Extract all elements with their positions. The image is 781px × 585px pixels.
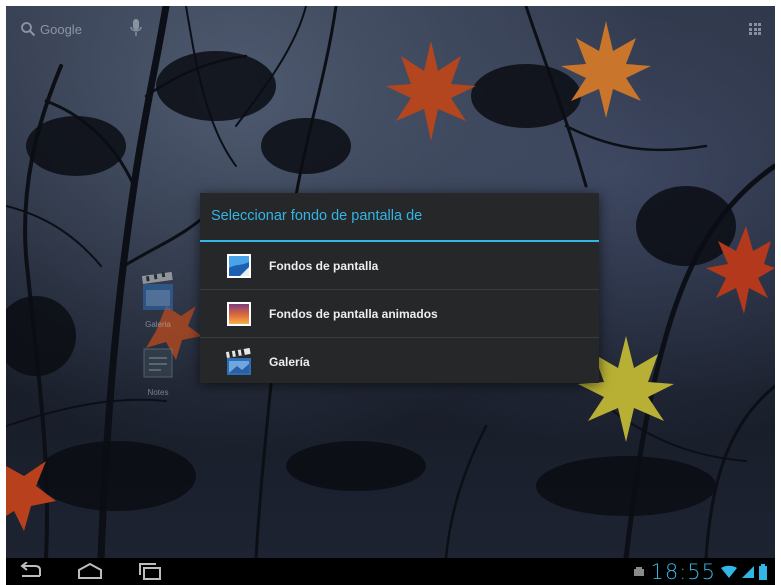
search-bar[interactable]: Google xyxy=(20,18,82,40)
option-wallpapers[interactable]: Fondos de pantalla xyxy=(200,242,599,289)
system-navbar: 18:55 xyxy=(6,558,775,585)
option-live-wallpapers[interactable]: Fondos de pantalla animados xyxy=(200,289,599,337)
shortcut-gallery[interactable]: Galeria xyxy=(128,271,188,329)
all-apps-icon[interactable] xyxy=(749,23,761,35)
option-label: Fondos de pantalla xyxy=(269,258,379,273)
shortcut-label: Notes xyxy=(147,388,169,397)
recent-apps-icon[interactable] xyxy=(137,562,163,580)
shortcut-notes[interactable]: Notes xyxy=(128,346,188,397)
microphone-icon[interactable] xyxy=(130,18,142,38)
status-area[interactable]: 18:55 xyxy=(633,559,767,584)
option-label: Galería xyxy=(269,354,310,369)
clock: 18:55 xyxy=(650,559,716,584)
option-label: Fondos de pantalla animados xyxy=(269,306,438,321)
gallery-icon xyxy=(225,347,251,375)
signal-icon xyxy=(742,565,754,578)
search-icon xyxy=(21,22,36,37)
wifi-icon xyxy=(721,565,737,578)
notification-icon xyxy=(634,566,645,576)
shortcut-label: Galeria xyxy=(145,320,171,329)
search-label: Google xyxy=(40,21,82,37)
option-gallery[interactable]: Galería xyxy=(200,337,599,385)
back-icon[interactable] xyxy=(18,562,44,580)
gallery-icon xyxy=(141,271,173,310)
dialog-title: Seleccionar fondo de pantalla de xyxy=(200,193,599,242)
home-icon[interactable] xyxy=(76,562,104,580)
live-wallpaper-icon xyxy=(227,301,251,326)
notes-icon xyxy=(143,348,173,378)
wallpaper-picker-dialog: Seleccionar fondo de pantalla de Fondos … xyxy=(200,193,599,383)
wallpaper-icon xyxy=(227,253,251,278)
home-screen: Google Galeria Notes Seleccionar fondo d… xyxy=(6,6,775,558)
battery-icon xyxy=(759,563,767,580)
